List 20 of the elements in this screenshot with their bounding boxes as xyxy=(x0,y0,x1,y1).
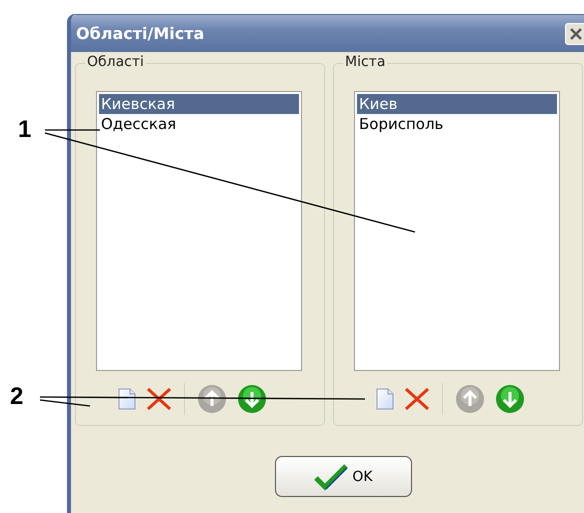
checkmark-icon xyxy=(314,462,348,490)
list-item[interactable]: Киев xyxy=(357,94,557,114)
list-item[interactable]: Борисполь xyxy=(357,114,557,134)
callout-number: 1 xyxy=(18,118,32,142)
cross-icon xyxy=(146,387,172,411)
list-item[interactable]: Одесская xyxy=(99,114,299,134)
new-button[interactable] xyxy=(118,388,136,410)
ok-button[interactable]: OK xyxy=(275,456,412,497)
list-box[interactable]: Киев Борисполь xyxy=(354,91,560,371)
cross-icon xyxy=(404,387,430,411)
window-title: Області/Міста xyxy=(76,24,204,43)
close-icon xyxy=(568,26,584,42)
move-down-button[interactable] xyxy=(237,384,267,414)
list-item[interactable]: Киевская xyxy=(99,94,299,114)
list-box[interactable]: Киевская Одесская xyxy=(96,91,302,371)
delete-button[interactable] xyxy=(146,387,172,411)
document-icon xyxy=(376,388,394,410)
close-button[interactable] xyxy=(565,22,584,44)
callout-number: 2 xyxy=(10,385,24,409)
document-icon xyxy=(118,388,136,410)
